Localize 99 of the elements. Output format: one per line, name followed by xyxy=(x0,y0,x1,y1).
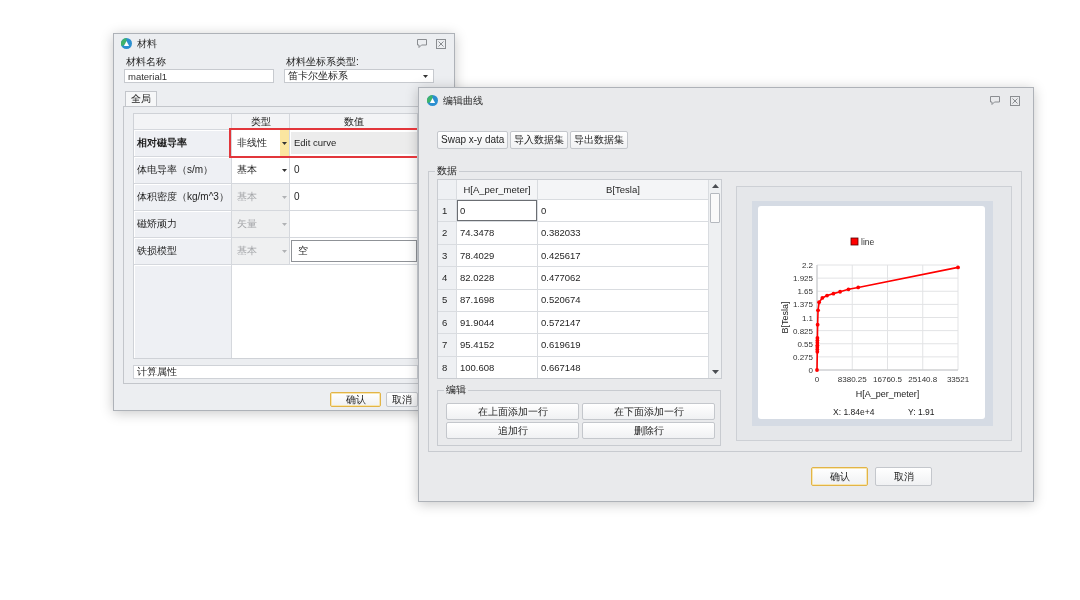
table-cell[interactable]: 0.382033 xyxy=(538,222,708,244)
tick-label: 2.2 xyxy=(801,261,813,270)
data-point xyxy=(856,285,861,290)
row-number: 7 xyxy=(438,334,456,356)
legend-label: line xyxy=(861,237,875,247)
row-number: 5 xyxy=(438,289,456,311)
table-corner xyxy=(438,180,456,199)
table-cell[interactable]: 0 xyxy=(457,200,537,222)
table-cell[interactable]: 0.425617 xyxy=(538,244,708,267)
table-cell[interactable]: 100.608 xyxy=(457,356,537,378)
data-point xyxy=(815,368,819,372)
row-action-button[interactable]: 在下面添加一行 xyxy=(582,403,715,420)
axis-title: B[Tesla] xyxy=(780,301,790,334)
tick-label: 16760.5 xyxy=(873,375,902,384)
coordinate-dropdown[interactable]: 笛卡尔坐标系 xyxy=(284,69,434,83)
dropdown-arrow-icon[interactable] xyxy=(423,74,428,78)
text-input[interactable]: material1 xyxy=(124,69,274,83)
data-point xyxy=(838,289,842,294)
dropdown-arrow-icon[interactable] xyxy=(282,141,287,145)
tick-label: 33521 xyxy=(946,375,970,384)
dropdown-arrow-icon[interactable] xyxy=(282,168,287,172)
property-label: 体积密度（kg/m^3） xyxy=(134,184,231,210)
row-number: 6 xyxy=(438,311,456,334)
dialog-button[interactable]: 确认 xyxy=(811,467,868,486)
table-cell: 0 xyxy=(290,157,417,183)
data-point xyxy=(815,322,820,327)
tick-label: 8380.25 xyxy=(837,375,867,384)
property-label: 体电导率（s/m） xyxy=(134,157,231,183)
dialog-button[interactable]: 确认 xyxy=(330,392,381,407)
row-number: 2 xyxy=(438,222,456,244)
field-label: 材料坐标系类型: xyxy=(285,56,360,67)
tick-label: 0.275 xyxy=(792,352,813,362)
toolbar-button[interactable]: 导入数据集 xyxy=(510,131,569,149)
group-title: 编辑 xyxy=(445,384,467,396)
type-dropdown[interactable]: 非线性 xyxy=(232,130,289,156)
table-cell[interactable]: 82.0228 xyxy=(457,267,537,289)
scroll-up-icon[interactable] xyxy=(711,184,719,188)
toolbar-button[interactable]: 导出数据集 xyxy=(570,131,629,149)
data-point xyxy=(956,265,960,270)
close-icon[interactable] xyxy=(436,38,446,49)
tick-label: 0.55 xyxy=(797,339,813,349)
app-logo-icon xyxy=(427,95,438,106)
table-cell[interactable]: 95.4152 xyxy=(457,334,537,356)
group-title: 数据 xyxy=(436,165,458,177)
table-cell[interactable]: 78.4029 xyxy=(457,244,537,267)
tick-label: 0 xyxy=(814,375,820,384)
row-action-button[interactable]: 删除行 xyxy=(582,422,715,439)
row-action-button[interactable]: 在上面添加一行 xyxy=(446,403,579,420)
axis-title: H[A_per_meter] xyxy=(855,389,920,399)
row-number: 3 xyxy=(438,244,456,267)
table-cell[interactable]: 0.477062 xyxy=(538,267,708,289)
tick-label: 0.825 xyxy=(792,326,813,336)
dialog-button[interactable]: 取消 xyxy=(875,467,932,486)
type-dropdown[interactable]: 基本 xyxy=(232,157,289,183)
data-point xyxy=(816,308,820,313)
dialog-button[interactable]: 取消 xyxy=(386,392,418,407)
property-label: 铁损模型 xyxy=(134,238,231,264)
table-cell[interactable]: 0.520674 xyxy=(538,289,708,311)
cursor-readout: Y: 1.91 xyxy=(908,407,935,417)
toolbar-button[interactable]: Swap x-y data xyxy=(437,131,509,149)
tab[interactable]: 全局 xyxy=(125,91,157,106)
property-label: 相对磁导率 xyxy=(134,130,231,156)
value-field[interactable]: 空 xyxy=(291,240,417,262)
data-point xyxy=(831,291,836,296)
row-number: 4 xyxy=(438,267,456,289)
tick-label: 1.375 xyxy=(792,300,813,310)
scrollbar[interactable] xyxy=(709,180,721,378)
tick-label: 1.1 xyxy=(801,313,813,323)
table-cell[interactable]: 91.9044 xyxy=(457,311,537,334)
tick-label: 0 xyxy=(808,366,813,375)
row-number: 8 xyxy=(438,356,456,378)
table-cell[interactable]: 74.3478 xyxy=(457,222,537,244)
scrollbar-thumb[interactable] xyxy=(710,193,720,223)
table-cell[interactable]: 87.1698 xyxy=(457,289,537,311)
close-icon[interactable] xyxy=(1010,95,1020,106)
scroll-down-icon[interactable] xyxy=(711,370,719,374)
tick-label: 1.925 xyxy=(792,274,813,284)
window-title: 材料 xyxy=(137,37,157,50)
row-action-button[interactable]: 追加行 xyxy=(446,422,579,439)
column-header: B[Tesla] xyxy=(538,180,708,199)
table-cell[interactable]: 0.572147 xyxy=(538,311,708,334)
property-label: 磁矫顽力 xyxy=(134,211,231,237)
row-number: 1 xyxy=(438,200,456,222)
tick-label: 25140.8 xyxy=(908,375,938,384)
speech-bubble-icon[interactable] xyxy=(990,96,1000,105)
speech-bubble-icon[interactable] xyxy=(417,39,427,48)
field-label: 材料名称 xyxy=(125,56,167,67)
tick-label: 1.65 xyxy=(797,287,813,297)
table-cell[interactable]: 0 xyxy=(538,200,708,222)
cursor-readout: X: 1.84e+4 xyxy=(833,407,875,417)
table-cell[interactable]: 0.619619 xyxy=(538,334,708,356)
window-title: 编辑曲线 xyxy=(443,94,483,107)
data-point xyxy=(846,287,851,292)
value-field[interactable]: Edit curve xyxy=(291,132,417,154)
table-cell[interactable]: 0.667148 xyxy=(538,356,708,378)
column-header: H[A_per_meter] xyxy=(457,180,537,199)
description-bar: 计算属性 xyxy=(133,365,418,379)
table-cell: 0 xyxy=(290,184,417,210)
app-logo-icon xyxy=(121,38,132,49)
